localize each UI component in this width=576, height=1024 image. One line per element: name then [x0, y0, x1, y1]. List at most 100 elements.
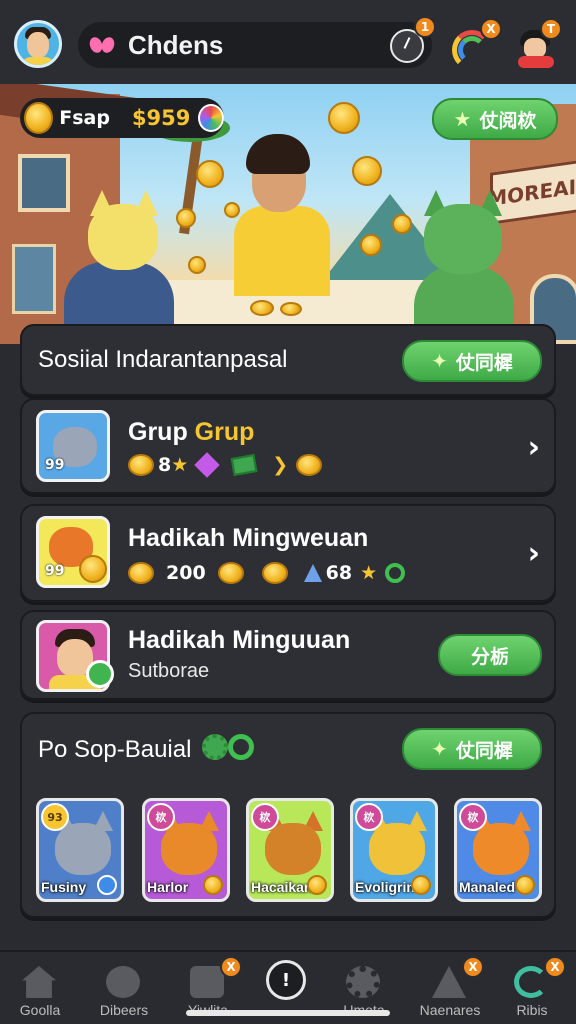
coin-icon — [392, 214, 412, 234]
row-title: Hadikah Minguuan — [128, 626, 351, 654]
pet-tag: 栨 — [459, 803, 487, 831]
profile-badge: T — [540, 18, 562, 40]
pet-card[interactable]: 栨 Manaled — [454, 798, 542, 902]
coin-icon — [261, 562, 288, 584]
row-stats: 200 68 ★ — [128, 562, 406, 584]
coin-icon — [328, 102, 360, 134]
tab-label: Dibeers — [99, 1002, 149, 1018]
gem-icon — [303, 564, 322, 582]
green-dog-character — [410, 190, 520, 344]
stat-value: 68 — [325, 562, 353, 584]
list-item-weekly-2[interactable]: Hadikah Minguuan Sutborae 分栃 — [20, 610, 556, 700]
list-item-group[interactable]: 99 Grup Grup 8 ★ ❯ › — [20, 398, 556, 494]
coin-icon — [296, 454, 323, 476]
coin-icon — [360, 234, 382, 256]
alert-icon: ! — [266, 960, 306, 1000]
row-action-label: 分栃 — [470, 645, 509, 668]
pet-tag: 栨 — [251, 803, 279, 831]
row-action-button[interactable]: 分栃 — [438, 634, 542, 676]
calendar-icon — [190, 966, 224, 998]
tab-badge: X — [220, 956, 242, 978]
star-icon: ★ — [453, 107, 472, 131]
pet-card[interactable]: 93 Fusiny — [36, 798, 124, 902]
tab-discover[interactable]: Dibeers — [76, 952, 172, 1024]
coin-icon — [24, 102, 54, 134]
gem-icon — [194, 452, 221, 478]
coin-icon — [280, 302, 302, 316]
currency-value: $959 — [131, 106, 191, 130]
arrow-icon: ❯ — [272, 454, 289, 476]
header-action-button[interactable]: ✦ 仗同樨 — [402, 340, 542, 382]
bow-icon — [90, 35, 116, 55]
ring-icon — [385, 563, 406, 583]
pet-card[interactable]: 栨 Hacaikan — [246, 798, 334, 902]
star-icon: ✦ — [431, 737, 448, 761]
home-icon — [22, 966, 56, 998]
title-pill: Chdens 1 — [78, 16, 436, 68]
tab-home[interactable]: Goolla — [0, 952, 88, 1024]
currency-chip[interactable]: Fsap $959 — [20, 98, 224, 138]
pet-card[interactable]: 栨 Harlor — [142, 798, 230, 902]
coin-icon — [411, 875, 431, 895]
gear-icon — [346, 966, 380, 998]
row-stats: 8 ★ ❯ — [128, 452, 326, 478]
badge-icon — [97, 875, 117, 895]
home-indicator — [186, 1010, 390, 1016]
social-header-panel: Sosiial Indarantanpasal ✦ 仗同樨 — [20, 324, 556, 396]
top-bar: Chdens 1 X T — [0, 0, 576, 84]
pet-name: Evoligrin — [355, 879, 415, 895]
rainbow-ball-icon — [198, 104, 224, 132]
pets-action-button[interactable]: ✦ 仗同樨 — [402, 728, 542, 770]
bell-icon — [432, 966, 466, 998]
currency-name: Fsap — [59, 107, 110, 129]
wolf-thumbnail: 99 — [36, 410, 110, 482]
gear-icon — [202, 732, 262, 762]
pets-action-label: 仗同樨 — [455, 739, 513, 762]
pet-tag: 93 — [41, 803, 69, 831]
yellow-cat-character — [64, 190, 174, 344]
pet-name: Fusiny — [41, 879, 87, 895]
star-icon: ✦ — [431, 349, 448, 373]
refresh-icon — [514, 966, 548, 998]
game-screen: { "topbar": { "title": "Chdens", "timer_… — [0, 0, 576, 1024]
pet-tag: 栨 — [147, 803, 175, 831]
row-title: Hadikah Mingweuan — [128, 524, 369, 552]
coin-icon — [128, 562, 154, 584]
row-title: Grup Grup — [128, 418, 255, 446]
top-action-button[interactable]: ★ 仗阅栨 — [432, 98, 558, 140]
tab-badge: X — [462, 956, 484, 978]
pets-panel-title: Po Sop-Bauial — [38, 736, 192, 763]
star-icon: ★ — [171, 454, 189, 476]
coin-icon — [128, 454, 154, 476]
pet-name: Hacaikan — [251, 879, 313, 895]
star-icon: ★ — [360, 562, 378, 584]
row-subtitle: Sutborae — [128, 660, 210, 682]
pet-tag: 栨 — [355, 803, 383, 831]
coin-icon — [250, 300, 274, 316]
top-action-label: 仗阅栨 — [479, 109, 537, 132]
coin-icon — [217, 562, 244, 584]
chevron-right-icon[interactable]: › — [528, 536, 540, 571]
leaf-icon — [106, 966, 140, 998]
tab-label: Goolla — [19, 1002, 61, 1018]
coin-icon — [188, 256, 206, 274]
coin-icon — [515, 875, 535, 895]
coin-icon — [224, 202, 240, 218]
panel-title: Sosiial Indarantanpasal — [38, 346, 288, 373]
pet-name: Manaled — [459, 879, 516, 895]
tab-badge: X — [544, 956, 566, 978]
pet-card[interactable]: 栨 Evoligrin — [350, 798, 438, 902]
stat-value: 200 — [166, 562, 206, 584]
coin-icon — [203, 875, 223, 895]
player-avatar[interactable] — [14, 20, 62, 68]
coin-icon — [196, 160, 224, 188]
chevron-right-icon[interactable]: › — [528, 430, 540, 465]
tab-stats[interactable]: Ribis X — [484, 952, 576, 1024]
online-badge — [86, 660, 114, 688]
header-action-label: 仗同樨 — [455, 351, 513, 374]
pets-panel: Po Sop-Bauial ✦ 仗同樨 93 Fusiny 栨 Harlor 栨… — [20, 712, 556, 918]
list-item-weekly[interactable]: 99 Hadikah Mingweuan 200 68 ★ › — [20, 504, 556, 602]
coin-icon — [176, 208, 196, 228]
coin-icon — [352, 156, 382, 186]
tab-label: Ribis — [516, 1002, 548, 1018]
